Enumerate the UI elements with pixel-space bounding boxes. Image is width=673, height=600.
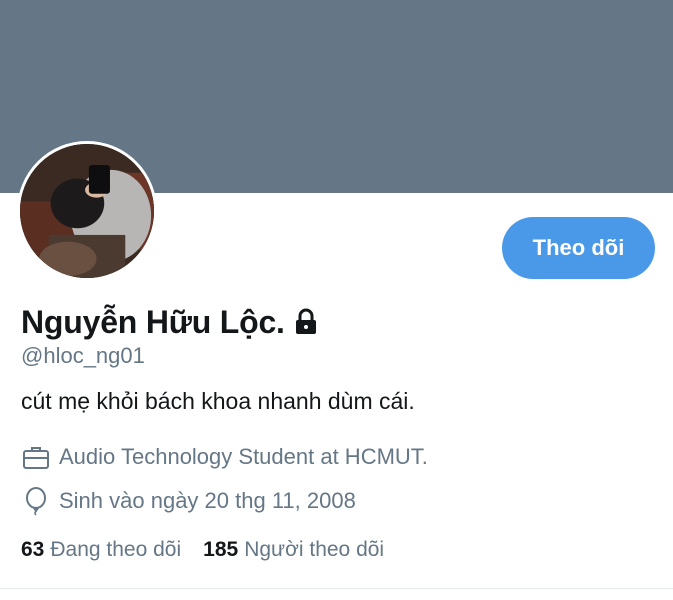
lock-icon <box>293 308 319 336</box>
briefcase-icon <box>21 442 51 472</box>
job-info: Audio Technology Student at HCMUT. <box>21 442 428 472</box>
name-row: Nguyễn Hữu Lộc. <box>21 300 319 344</box>
avatar-image <box>20 144 154 278</box>
follow-stats: 63 Đang theo dõi 185 Người theo dõi <box>21 538 406 562</box>
avatar[interactable] <box>17 141 157 281</box>
following-label: Đang theo dõi <box>50 538 182 561</box>
followers-stat[interactable]: 185 Người theo dõi <box>203 538 384 562</box>
birthday-info: Sinh vào ngày 20 thg 11, 2008 <box>21 486 356 516</box>
job-text: Audio Technology Student at HCMUT. <box>59 444 428 469</box>
follow-button[interactable]: Theo dõi <box>502 217 655 279</box>
profile-bio: cút mẹ khỏi bách khoa nhanh dùm cái. <box>21 388 415 414</box>
profile-handle: @hloc_ng01 <box>21 343 145 368</box>
display-name: Nguyễn Hữu Lộc. <box>21 303 285 340</box>
followers-count: 185 <box>203 538 239 561</box>
divider <box>0 588 673 589</box>
following-count: 63 <box>21 538 45 561</box>
birthday-text: Sinh vào ngày 20 thg 11, 2008 <box>59 488 356 513</box>
followers-label: Người theo dõi <box>244 538 385 561</box>
balloon-icon <box>21 486 51 516</box>
following-stat[interactable]: 63 Đang theo dõi <box>21 538 181 562</box>
